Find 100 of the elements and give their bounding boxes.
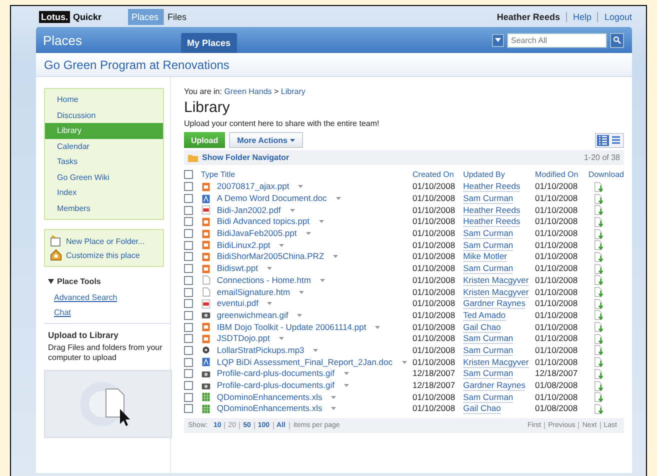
row-checkbox[interactable] xyxy=(184,369,193,378)
caret-icon[interactable] xyxy=(306,232,311,236)
row-checkbox[interactable] xyxy=(184,206,193,215)
file-link[interactable]: Profile-card-plus-documents.gif xyxy=(216,368,335,380)
caret-icon[interactable] xyxy=(331,407,336,410)
caret-down-icon[interactable] xyxy=(48,279,54,284)
download-icon[interactable] xyxy=(594,182,604,192)
file-link[interactable]: QDominoEnhancements.xls xyxy=(216,403,322,414)
caret-icon[interactable] xyxy=(267,267,272,270)
column-header[interactable]: Updated By xyxy=(463,170,505,179)
row-checkbox[interactable] xyxy=(184,346,193,355)
download-icon[interactable] xyxy=(594,228,604,239)
user-link[interactable]: Gail Chao xyxy=(463,322,501,333)
detail-view-button[interactable] xyxy=(597,134,609,146)
user-link[interactable]: Ted Amado xyxy=(463,310,506,321)
file-link[interactable]: BidiShorMar2005China.PRZ xyxy=(216,251,324,262)
caret-icon[interactable] xyxy=(313,348,318,352)
search-field[interactable]: Search All xyxy=(507,32,607,48)
caret-icon[interactable] xyxy=(344,384,349,388)
user-link[interactable]: Sam Curman xyxy=(463,240,514,251)
select-all-checkbox[interactable] xyxy=(184,170,193,180)
row-checkbox[interactable] xyxy=(184,392,193,402)
caret-icon[interactable] xyxy=(279,244,284,247)
caret-icon[interactable] xyxy=(336,197,341,200)
caret-icon[interactable] xyxy=(331,396,336,399)
file-link[interactable]: IBM Dojo Toolkit - Update 20061114.ppt xyxy=(216,322,366,333)
download-icon[interactable] xyxy=(594,392,604,402)
caret-icon[interactable] xyxy=(278,337,284,340)
breadcrumb-link[interactable]: Green Hands xyxy=(224,87,272,96)
file-link[interactable]: 20070817_ajax.ppt xyxy=(216,181,290,192)
download-icon[interactable] xyxy=(594,287,604,298)
download-icon[interactable] xyxy=(594,380,604,391)
sidebar-item[interactable]: Members xyxy=(45,200,163,216)
download-icon[interactable] xyxy=(594,275,604,286)
file-link[interactable]: LollarStratPickups.mp3 xyxy=(216,344,304,356)
row-checkbox[interactable] xyxy=(184,182,193,192)
file-link[interactable]: Bidiswt.ppt xyxy=(216,263,258,274)
row-checkbox[interactable] xyxy=(184,334,193,344)
file-link[interactable]: JSDTDojo.ppt xyxy=(216,333,270,344)
sidebar-item[interactable]: Home xyxy=(45,92,163,108)
file-link[interactable]: Bidi Advanced topics.ppt xyxy=(216,216,310,228)
user-link[interactable]: Heather Reeds xyxy=(463,204,520,216)
sidebar-item[interactable]: Go Green Wiki xyxy=(45,170,163,185)
header-link[interactable]: Help xyxy=(566,12,598,22)
row-checkbox[interactable] xyxy=(184,264,193,274)
caret-icon[interactable] xyxy=(318,220,324,224)
download-icon[interactable] xyxy=(594,357,604,368)
download-icon[interactable] xyxy=(594,322,604,332)
row-checkbox[interactable] xyxy=(184,322,193,332)
row-checkbox[interactable] xyxy=(184,288,193,297)
sidebar-item[interactable]: Index xyxy=(45,185,163,200)
user-link[interactable]: Sam Curman xyxy=(463,263,514,274)
download-icon[interactable] xyxy=(594,368,604,379)
file-link[interactable]: eventui.pdf xyxy=(216,298,258,310)
search-button[interactable] xyxy=(610,32,624,48)
row-checkbox[interactable] xyxy=(184,358,193,367)
caret-icon[interactable] xyxy=(333,255,338,258)
caret-icon[interactable] xyxy=(298,185,304,188)
row-checkbox[interactable] xyxy=(184,299,193,308)
header-link[interactable]: Logout xyxy=(598,12,632,22)
caret-icon[interactable] xyxy=(299,290,304,294)
download-icon[interactable] xyxy=(594,240,604,250)
file-link[interactable]: QDominoEnhancements.xls xyxy=(216,392,322,403)
download-icon[interactable] xyxy=(594,194,604,204)
file-link[interactable]: BidiLinux2.ppt xyxy=(216,240,270,251)
caret-icon[interactable] xyxy=(402,360,406,364)
column-header[interactable]: Created On xyxy=(412,170,454,179)
column-header[interactable]: Modified On xyxy=(535,170,578,179)
file-link[interactable]: LQP BiDi Assessment_Final_Report_2Jan.doc xyxy=(216,356,392,368)
caret-icon[interactable] xyxy=(344,372,349,376)
list-view-button[interactable] xyxy=(610,134,622,146)
breadcrumb-link[interactable]: Library xyxy=(280,87,306,96)
row-checkbox[interactable] xyxy=(184,381,193,390)
download-icon[interactable] xyxy=(594,404,604,414)
folder-navigator-link[interactable]: Show Folder Navigator xyxy=(202,153,290,162)
row-checkbox[interactable] xyxy=(184,276,193,285)
row-checkbox[interactable] xyxy=(184,252,193,262)
action-link[interactable]: New Place or Folder... xyxy=(50,234,158,248)
row-checkbox[interactable] xyxy=(184,217,193,226)
caret-icon[interactable] xyxy=(297,314,302,317)
download-icon[interactable] xyxy=(594,310,604,320)
more-actions-button[interactable]: More Actions xyxy=(229,132,304,148)
user-link[interactable]: Sam Curman xyxy=(463,344,514,356)
download-icon[interactable] xyxy=(594,334,604,344)
user-link[interactable]: Sam Curman xyxy=(463,228,514,240)
user-link[interactable]: Sam Curman xyxy=(463,193,514,204)
caret-icon[interactable] xyxy=(375,326,380,329)
dropdown-button[interactable] xyxy=(492,34,504,46)
row-checkbox[interactable] xyxy=(184,240,193,250)
user-link[interactable]: Sam Curman xyxy=(463,392,514,403)
sidebar-item[interactable]: Calendar xyxy=(45,138,163,154)
download-icon[interactable] xyxy=(594,345,604,356)
caret-icon[interactable] xyxy=(320,278,325,282)
tool-link[interactable]: Advanced Search xyxy=(48,290,170,305)
file-link[interactable]: greenwichmean.gif xyxy=(216,310,288,321)
my-places-tab[interactable]: My Places xyxy=(181,33,237,53)
row-checkbox[interactable] xyxy=(184,310,193,320)
file-link[interactable]: emailSignature.htm xyxy=(216,286,290,298)
user-link[interactable]: Gail Chao xyxy=(463,403,501,414)
download-icon[interactable] xyxy=(594,264,604,274)
